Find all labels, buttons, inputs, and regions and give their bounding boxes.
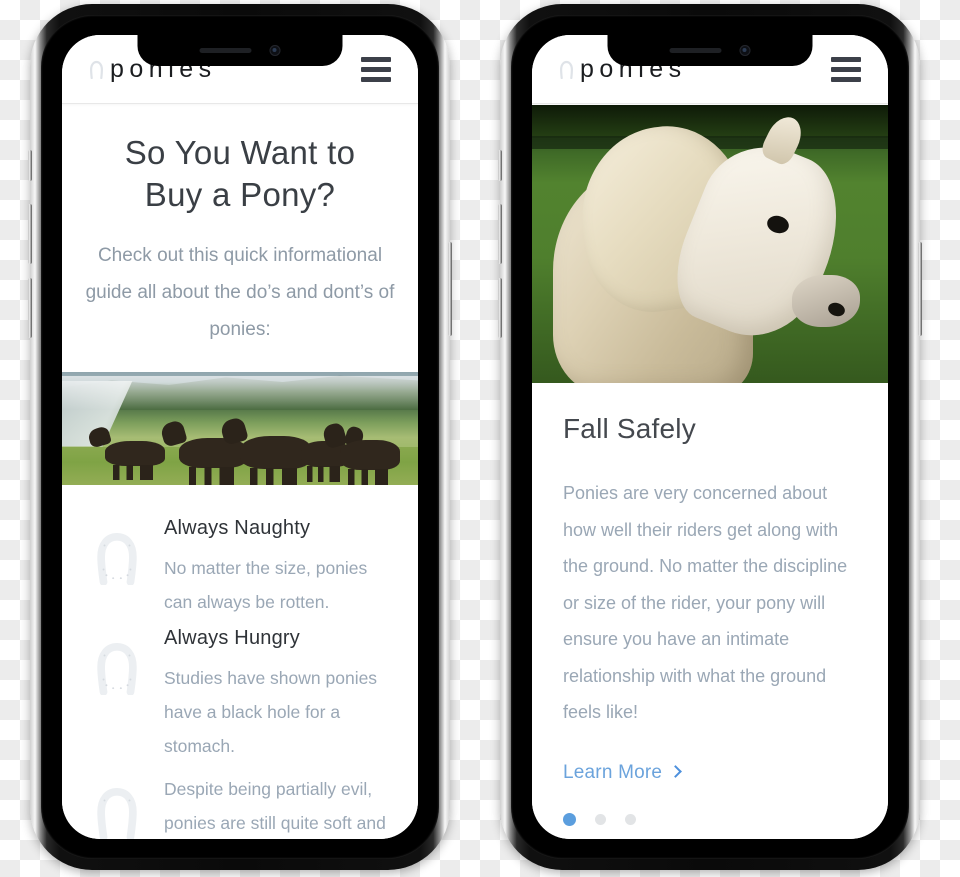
hero-image-pony-herd <box>62 371 418 485</box>
carousel-dot-1[interactable] <box>563 812 576 826</box>
page-subtitle: Check out this quick informational guide… <box>85 244 395 340</box>
volume-up-button-left[interactable] <box>28 204 32 264</box>
content-card: Fall Safely Ponies are very concerned ab… <box>532 383 888 826</box>
power-button-right[interactable] <box>918 242 922 336</box>
list-item: Always Naughty No matter the size, ponie… <box>84 515 394 619</box>
feature-text: Despite being partially evil, ponies are… <box>164 778 386 833</box>
learn-more-label: Learn More <box>563 761 663 783</box>
horseshoe-icon <box>88 57 105 79</box>
device-notch-right <box>607 35 813 66</box>
volume-down-button-left[interactable] <box>28 278 32 338</box>
earpiece-speaker-icon <box>199 48 252 53</box>
feature-text: No matter the size, ponies can always be… <box>164 557 368 613</box>
page-content-right[interactable]: Fall Safely Ponies are very concerned ab… <box>532 105 888 839</box>
power-button-left[interactable] <box>448 242 452 336</box>
earpiece-speaker-icon <box>669 48 722 53</box>
feature-title: Always Hungry <box>164 627 300 650</box>
phone-device-left: ponies So You Want to Buy a Pony? Check … <box>28 4 452 870</box>
silent-switch-right[interactable] <box>498 150 502 181</box>
carousel-dot-2[interactable] <box>595 813 606 825</box>
horseshoe-icon <box>558 57 575 79</box>
feature-list: Always Naughty No matter the size, ponie… <box>62 485 418 839</box>
carousel-pagination <box>563 812 857 826</box>
card-text: Ponies are very concerned about how well… <box>563 483 848 723</box>
page-title: So You Want to Buy a Pony? <box>124 134 356 213</box>
chevron-right-icon <box>669 765 683 779</box>
volume-up-button-right[interactable] <box>498 204 502 264</box>
device-notch-left <box>137 35 343 66</box>
phone-screen-right: ponies Fall Safely Ponies are very conce… <box>532 35 888 839</box>
card-title: Fall Safely <box>563 413 696 444</box>
feature-title: Always Naughty <box>164 516 311 539</box>
horseshoe-icon <box>84 770 150 839</box>
phone-device-right: ponies Fall Safely Ponies are very conce… <box>498 4 922 870</box>
phone-bezel-right: ponies Fall Safely Ponies are very conce… <box>511 15 909 859</box>
list-item: Despite being partially evil, ponies are… <box>84 770 394 839</box>
front-camera-icon <box>269 45 281 56</box>
hamburger-menu-icon[interactable] <box>358 54 394 85</box>
horseshoe-icon <box>84 625 150 699</box>
mockup-canvas: ponies So You Want to Buy a Pony? Check … <box>0 0 960 877</box>
page-content-left[interactable]: So You Want to Buy a Pony? Check out thi… <box>62 105 418 839</box>
card-image-white-pony <box>532 105 888 383</box>
horseshoe-icon <box>84 515 150 589</box>
hamburger-menu-icon[interactable] <box>828 54 864 85</box>
list-item: Always Hungry Studies have shown ponies … <box>84 625 394 763</box>
learn-more-link[interactable]: Learn More <box>563 761 683 784</box>
phone-bezel-left: ponies So You Want to Buy a Pony? Check … <box>41 15 439 859</box>
feature-text: Studies have shown ponies have a black h… <box>164 668 378 757</box>
front-camera-icon <box>739 45 751 56</box>
volume-down-button-right[interactable] <box>498 278 502 338</box>
phone-screen-left: ponies So You Want to Buy a Pony? Check … <box>62 35 418 839</box>
silent-switch-left[interactable] <box>28 150 32 181</box>
carousel-dot-3[interactable] <box>625 813 636 825</box>
